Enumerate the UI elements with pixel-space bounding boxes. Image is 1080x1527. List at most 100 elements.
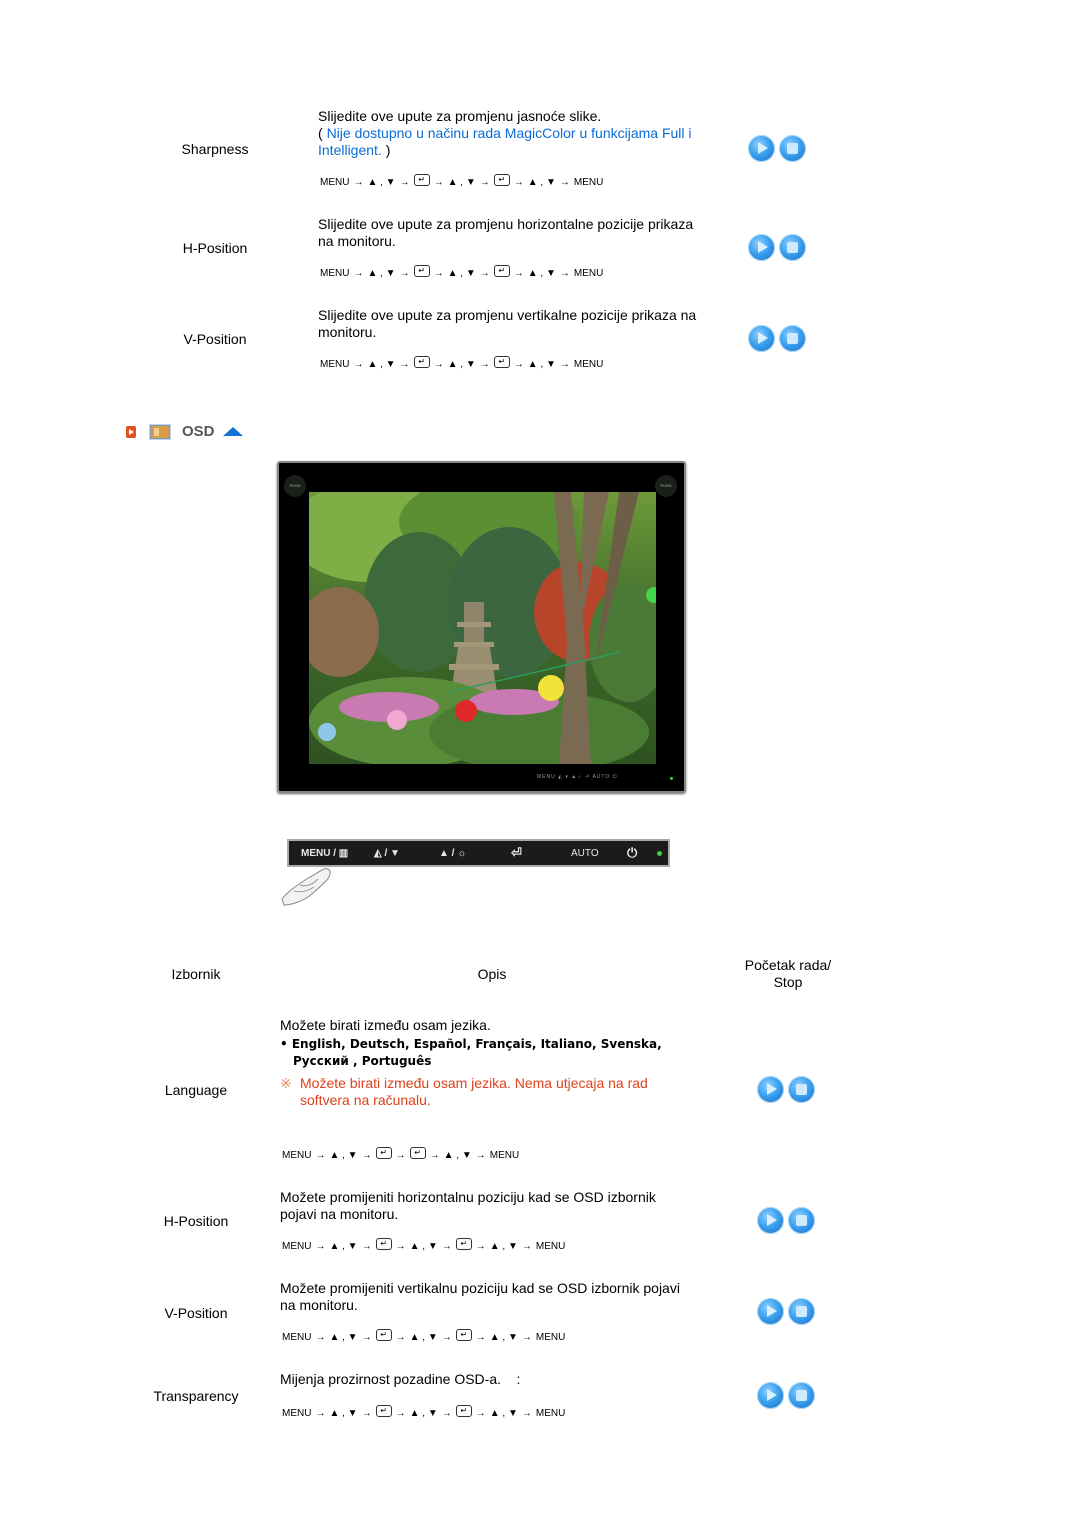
- enter-key-icon: ↵: [493, 174, 510, 186]
- stop-button[interactable]: [788, 1076, 815, 1103]
- key-label: ▲ , ▼: [527, 358, 556, 370]
- stop-button[interactable]: [788, 1207, 815, 1234]
- arrow-right-icon: →: [559, 358, 570, 370]
- arrow-right-icon: →: [395, 1149, 406, 1161]
- arrow-right-icon: →: [559, 267, 570, 279]
- key-label: MENU: [320, 176, 350, 188]
- arrow-right-icon: →: [399, 176, 410, 188]
- row-label-osd-v-position: V-Position: [164, 1305, 228, 1321]
- key-sequence: MENU → ▲ , ▼ → ↵ → ▲ , ▼ → ↵ → ▲ , ▼ → MENU: [318, 356, 605, 370]
- languages-line: • English, Deutsch, Español, Français, I…: [280, 1037, 662, 1051]
- garden-photo: [309, 492, 656, 764]
- play-icon: [758, 332, 768, 344]
- row-label-v-position: V-Position: [183, 331, 247, 347]
- description-text: Slijedite ove upute za promjenu jasnoće …: [318, 108, 602, 124]
- description-text: Možete birati između osam jezika.: [280, 1017, 491, 1033]
- stop-icon: [787, 242, 798, 253]
- arrow-right-icon: →: [475, 1149, 486, 1161]
- play-button[interactable]: [757, 1298, 784, 1325]
- arrow-right-icon: →: [559, 176, 570, 188]
- magiccolor-note-link[interactable]: Nije dostupno u načinu rada MagicColor u…: [318, 125, 692, 158]
- arrow-right-icon: →: [441, 1331, 452, 1343]
- garden-photo-graphic: [309, 492, 656, 764]
- key-label: ▲ , ▼: [329, 1331, 358, 1343]
- key-label: ▲ , ▼: [367, 358, 396, 370]
- menu-button[interactable]: MENU / ▥: [301, 848, 348, 859]
- enter-button[interactable]: ⏎: [511, 845, 522, 861]
- arrow-right-icon: →: [475, 1240, 486, 1252]
- stop-button[interactable]: [779, 135, 806, 162]
- key-label: MENU: [573, 176, 604, 188]
- key-label: ▲ , ▼: [489, 1331, 518, 1343]
- stop-icon: [796, 1390, 807, 1401]
- arrow-right-icon: →: [353, 176, 364, 188]
- arrow-right-icon: →: [353, 358, 364, 370]
- arrow-right-icon: →: [521, 1240, 532, 1252]
- play-square-icon[interactable]: [126, 425, 136, 438]
- up-brightness-button[interactable]: ▲ / ☼: [439, 848, 466, 859]
- key-label: ▲ , ▼: [527, 176, 556, 188]
- note: ( Nije dostupno u načinu rada MagicColor…: [318, 125, 708, 159]
- arrow-right-icon: →: [513, 176, 524, 188]
- osd-v-position-description: Možete promijeniti vertikalnu poziciju k…: [280, 1280, 680, 1313]
- stop-button[interactable]: [788, 1382, 815, 1409]
- arrow-right-icon: →: [479, 176, 490, 188]
- power-led: [670, 777, 673, 780]
- enter-key-icon: ↵: [455, 1405, 472, 1417]
- play-stop-controls: [757, 1382, 815, 1409]
- note-bracket: ): [381, 142, 391, 158]
- play-stop-controls: [757, 1076, 815, 1103]
- key-label: ▲ , ▼: [329, 1407, 358, 1419]
- play-stop-controls: [757, 1298, 815, 1325]
- key-label: ▲ , ▼: [443, 1149, 472, 1161]
- arrow-right-icon: →: [399, 358, 410, 370]
- arrow-right-icon: →: [433, 176, 444, 188]
- enter-key-icon: ↵: [413, 174, 430, 186]
- enter-key-icon: ↵: [375, 1329, 392, 1341]
- monitor-icon: [150, 424, 170, 439]
- key-sequence: MENU → ▲ , ▼ → ↵ → ▲ , ▼ → ↵ → ▲ , ▼ → MENU: [280, 1405, 567, 1419]
- row-label-sharpness: Sharpness: [181, 141, 249, 157]
- osd-section-heading: OSD: [126, 423, 243, 440]
- key-label: MENU: [573, 267, 604, 279]
- up-arrow-icon[interactable]: [222, 427, 243, 436]
- magicbright-down-button[interactable]: ◭ / ▼: [374, 848, 400, 859]
- push-button-right: PUSH: [655, 475, 677, 497]
- arrow-right-icon: →: [479, 358, 490, 370]
- enter-key-icon: ↵: [375, 1405, 392, 1417]
- arrow-right-icon: →: [513, 358, 524, 370]
- arrow-right-icon: →: [353, 267, 364, 279]
- key-label: ▲ , ▼: [489, 1240, 518, 1252]
- arrow-right-icon: →: [361, 1240, 372, 1252]
- arrow-right-icon: →: [395, 1407, 406, 1419]
- stop-button[interactable]: [779, 234, 806, 261]
- play-button[interactable]: [748, 325, 775, 352]
- play-button[interactable]: [748, 234, 775, 261]
- play-button[interactable]: [748, 135, 775, 162]
- stop-button[interactable]: [779, 325, 806, 352]
- hand-pointer-illustration: [278, 865, 334, 914]
- play-button[interactable]: [757, 1076, 784, 1103]
- play-button[interactable]: [757, 1207, 784, 1234]
- play-button[interactable]: [757, 1382, 784, 1409]
- row-label-transparency: Transparency: [153, 1388, 239, 1404]
- v-position-description: Slijedite ove upute za promjenu vertikal…: [318, 307, 697, 340]
- key-label: ▲ , ▼: [409, 1331, 438, 1343]
- arrow-right-icon: →: [513, 267, 524, 279]
- stop-icon: [796, 1084, 807, 1095]
- enter-key-icon: ↵: [413, 265, 430, 277]
- arrow-right-icon: →: [315, 1407, 326, 1419]
- key-label: MENU: [282, 1331, 312, 1343]
- enter-key-icon: ↵: [493, 265, 510, 277]
- key-label: ▲ , ▼: [409, 1407, 438, 1419]
- auto-button[interactable]: AUTO: [571, 848, 599, 859]
- power-button[interactable]: ⏻: [627, 845, 637, 861]
- key-label: MENU: [535, 1407, 566, 1419]
- play-icon: [767, 1214, 777, 1226]
- key-label: MENU: [320, 267, 350, 279]
- key-label: ▲ , ▼: [329, 1149, 358, 1161]
- arrow-right-icon: →: [315, 1149, 326, 1161]
- key-label: MENU: [535, 1331, 566, 1343]
- stop-button[interactable]: [788, 1298, 815, 1325]
- key-label: MENU: [573, 358, 604, 370]
